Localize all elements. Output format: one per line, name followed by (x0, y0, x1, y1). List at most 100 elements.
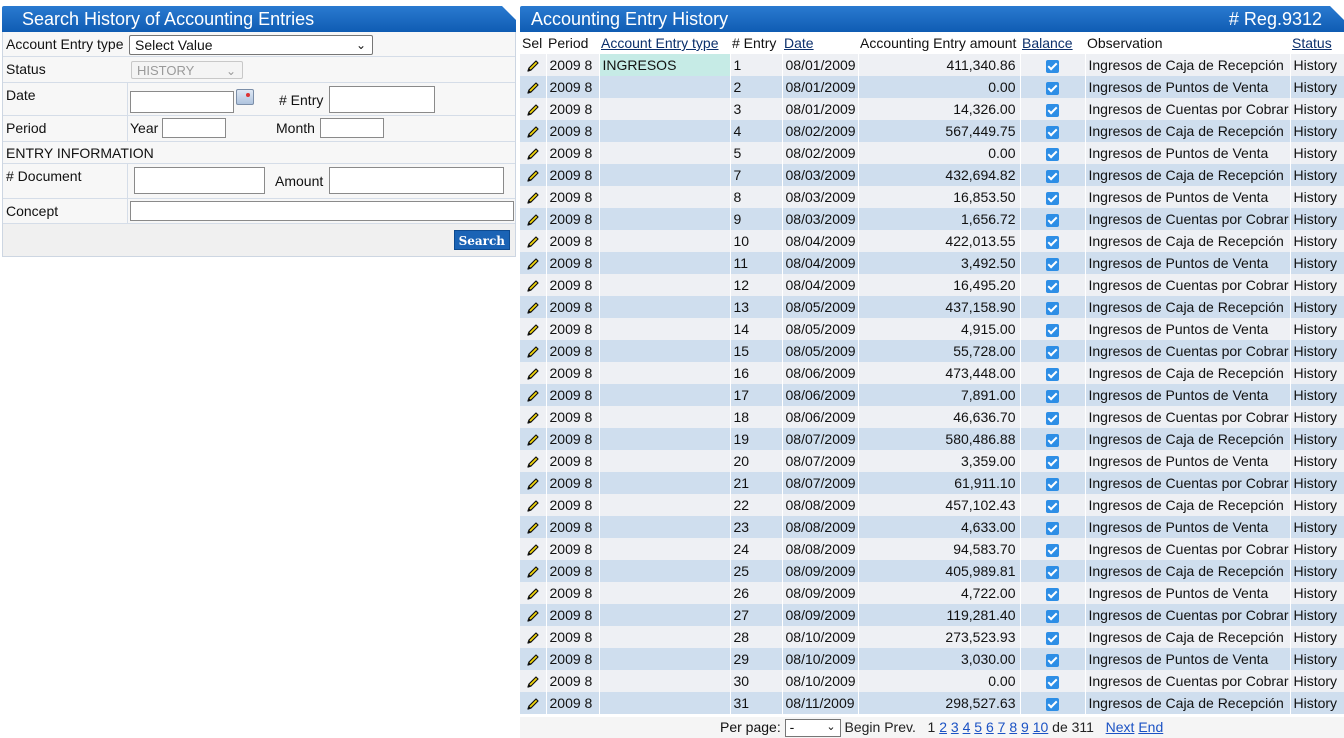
col-account-entry-type[interactable]: Account Entry type (599, 32, 730, 54)
pencil-edit-icon[interactable] (525, 124, 541, 140)
select-cell[interactable] (520, 604, 547, 626)
table-row[interactable]: 2009 8 24 08/08/2009 94,583.70 Ingresos de C… (520, 538, 1344, 560)
page-link[interactable]: 6 (986, 719, 994, 735)
pencil-edit-icon[interactable] (525, 454, 541, 470)
table-row[interactable]: 2009 8 22 08/08/2009 457,102.43 Ingresos de … (520, 494, 1344, 516)
table-row[interactable]: 2009 8 31 08/11/2009 298,527.63 Ingresos de … (520, 692, 1344, 714)
table-row[interactable]: 2009 8 19 08/07/2009 580,486.88 Ingresos de … (520, 428, 1344, 450)
select-cell[interactable] (520, 142, 547, 164)
year-input[interactable] (162, 118, 226, 138)
document-input[interactable] (134, 167, 265, 194)
pencil-edit-icon[interactable] (525, 80, 541, 96)
table-row[interactable]: 2009 8 16 08/06/2009 473,448.00 Ingresos de … (520, 362, 1344, 384)
page-link[interactable]: 8 (1009, 719, 1017, 735)
table-row[interactable]: 2009 8 INGRESOS 1 08/01/2009 411,340.86 Ingre… (520, 54, 1344, 76)
page-link[interactable]: 7 (998, 719, 1006, 735)
select-cell[interactable] (520, 648, 547, 670)
select-cell[interactable] (520, 560, 547, 582)
select-cell[interactable] (520, 274, 547, 296)
pencil-edit-icon[interactable] (525, 388, 541, 404)
pencil-edit-icon[interactable] (525, 608, 541, 624)
page-link[interactable]: 4 (963, 719, 971, 735)
select-cell[interactable] (520, 670, 547, 692)
select-cell[interactable] (520, 450, 547, 472)
pencil-edit-icon[interactable] (525, 256, 541, 272)
page-link[interactable]: 3 (951, 719, 959, 735)
amount-input[interactable] (329, 167, 504, 194)
select-cell[interactable] (520, 296, 547, 318)
pencil-edit-icon[interactable] (525, 630, 541, 646)
pencil-edit-icon[interactable] (525, 696, 541, 712)
table-row[interactable]: 2009 8 4 08/02/2009 567,449.75 Ingresos de C… (520, 120, 1344, 142)
col-date[interactable]: Date (782, 32, 858, 54)
select-cell[interactable] (520, 252, 547, 274)
pencil-edit-icon[interactable] (525, 498, 541, 514)
select-cell[interactable] (520, 428, 547, 450)
table-row[interactable]: 2009 8 8 08/03/2009 16,853.50 Ingresos de Pu… (520, 186, 1344, 208)
pencil-edit-icon[interactable] (525, 586, 541, 602)
table-row[interactable]: 2009 8 15 08/05/2009 55,728.00 Ingresos de C… (520, 340, 1344, 362)
select-cell[interactable] (520, 516, 547, 538)
pencil-edit-icon[interactable] (525, 542, 541, 558)
table-row[interactable]: 2009 8 23 08/08/2009 4,633.00 Ingresos de Pu… (520, 516, 1344, 538)
pencil-edit-icon[interactable] (525, 102, 541, 118)
table-row[interactable]: 2009 8 26 08/09/2009 4,722.00 Ingresos de Pu… (520, 582, 1344, 604)
month-input[interactable] (320, 118, 384, 138)
select-cell[interactable] (520, 76, 547, 98)
select-cell[interactable] (520, 318, 547, 340)
table-row[interactable]: 2009 8 11 08/04/2009 3,492.50 Ingresos de Pu… (520, 252, 1344, 274)
select-cell[interactable] (520, 538, 547, 560)
table-row[interactable]: 2009 8 27 08/09/2009 119,281.40 Ingresos de … (520, 604, 1344, 626)
pencil-edit-icon[interactable] (525, 410, 541, 426)
pencil-edit-icon[interactable] (525, 190, 541, 206)
concept-input[interactable] (130, 201, 514, 221)
page-link[interactable]: 10 (1033, 719, 1049, 735)
table-row[interactable]: 2009 8 3 08/01/2009 14,326.00 Ingresos de Cu… (520, 98, 1344, 120)
select-cell[interactable] (520, 230, 547, 252)
select-cell[interactable] (520, 54, 547, 76)
pencil-edit-icon[interactable] (525, 300, 541, 316)
select-cell[interactable] (520, 362, 547, 384)
pencil-edit-icon[interactable] (525, 58, 541, 74)
select-cell[interactable] (520, 626, 547, 648)
search-button[interactable]: Search (453, 230, 510, 250)
pencil-edit-icon[interactable] (525, 234, 541, 250)
page-link[interactable]: 5 (974, 719, 982, 735)
table-row[interactable]: 2009 8 5 08/02/2009 0.00 Ingresos de Puntos … (520, 142, 1344, 164)
pencil-edit-icon[interactable] (525, 146, 541, 162)
pencil-edit-icon[interactable] (525, 212, 541, 228)
pencil-edit-icon[interactable] (525, 278, 541, 294)
table-row[interactable]: 2009 8 18 08/06/2009 46,636.70 Ingresos de C… (520, 406, 1344, 428)
calendar-icon[interactable] (236, 89, 254, 105)
select-cell[interactable] (520, 384, 547, 406)
select-cell[interactable] (520, 340, 547, 362)
table-row[interactable]: 2009 8 7 08/03/2009 432,694.82 Ingresos de C… (520, 164, 1344, 186)
table-row[interactable]: 2009 8 30 08/10/2009 0.00 Ingresos de Cuenta… (520, 670, 1344, 692)
table-row[interactable]: 2009 8 25 08/09/2009 405,989.81 Ingresos de … (520, 560, 1344, 582)
entry-input[interactable] (329, 86, 435, 113)
select-cell[interactable] (520, 208, 547, 230)
select-cell[interactable] (520, 406, 547, 428)
col-balance[interactable]: Balance (1020, 32, 1085, 54)
pencil-edit-icon[interactable] (525, 520, 541, 536)
pencil-edit-icon[interactable] (525, 344, 541, 360)
pencil-edit-icon[interactable] (525, 652, 541, 668)
page-link[interactable]: 9 (1021, 719, 1029, 735)
pencil-edit-icon[interactable] (525, 366, 541, 382)
date-input[interactable] (130, 91, 234, 113)
select-cell[interactable] (520, 164, 547, 186)
per-page-select[interactable]: - ⌄ (784, 719, 841, 738)
pencil-edit-icon[interactable] (525, 432, 541, 448)
pencil-edit-icon[interactable] (525, 564, 541, 580)
table-row[interactable]: 2009 8 14 08/05/2009 4,915.00 Ingresos de Pu… (520, 318, 1344, 340)
table-row[interactable]: 2009 8 13 08/05/2009 437,158.90 Ingresos de … (520, 296, 1344, 318)
col-status[interactable]: Status (1290, 32, 1344, 54)
table-row[interactable]: 2009 8 21 08/07/2009 61,911.10 Ingresos de C… (520, 472, 1344, 494)
table-row[interactable]: 2009 8 29 08/10/2009 3,030.00 Ingresos de Pu… (520, 648, 1344, 670)
pencil-edit-icon[interactable] (525, 674, 541, 690)
account-entry-type-select[interactable]: Select Value ⌄ (129, 35, 373, 55)
table-row[interactable]: 2009 8 10 08/04/2009 422,013.55 Ingresos de … (520, 230, 1344, 252)
pager-next[interactable]: Next (1106, 719, 1135, 735)
table-row[interactable]: 2009 8 28 08/10/2009 273,523.93 Ingresos de … (520, 626, 1344, 648)
pencil-edit-icon[interactable] (525, 476, 541, 492)
